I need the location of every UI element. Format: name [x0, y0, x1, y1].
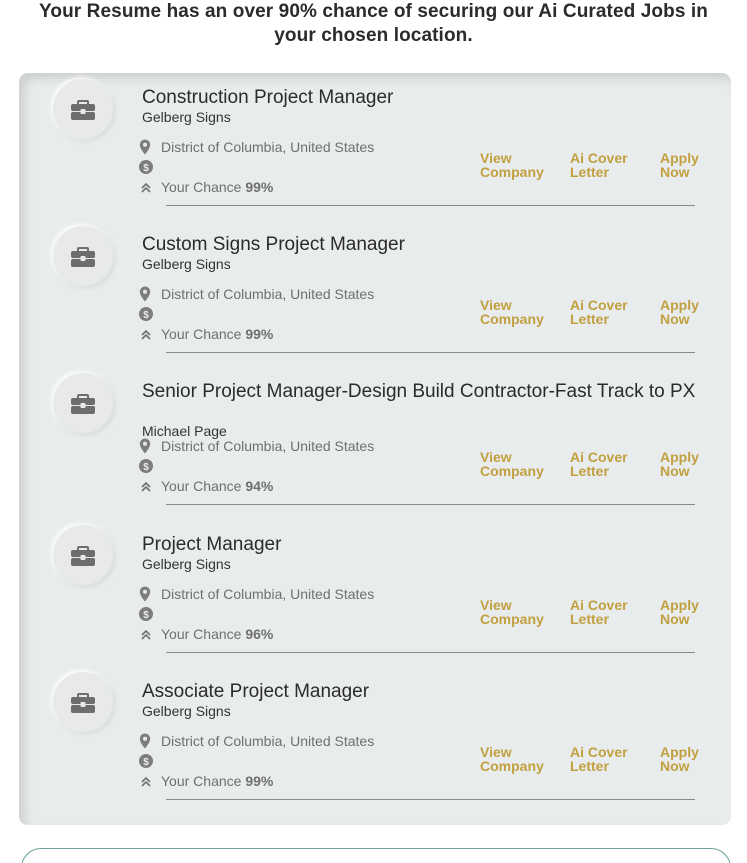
job-location-text: District of Columbia, United States: [161, 438, 375, 454]
chance-label: Your Chance: [161, 179, 246, 195]
job-chance-text: Your Chance 99%: [161, 773, 273, 789]
dollar-icon: $: [139, 459, 153, 473]
job-divider: [166, 352, 695, 353]
job-divider: [166, 504, 695, 505]
chevron-up-double-icon: [141, 329, 151, 340]
job-logo: [53, 672, 113, 732]
chance-percent: 94%: [245, 478, 274, 494]
job-title: Associate Project Manager: [142, 681, 370, 702]
job-location-text: District of Columbia, United States: [161, 286, 375, 302]
view-company-link[interactable]: View Company: [480, 450, 560, 478]
svg-text:$: $: [143, 757, 149, 768]
job-title: Project Manager: [142, 534, 282, 555]
job-chance-text: Your Chance 96%: [161, 626, 273, 642]
ai-cover-letter-link[interactable]: Ai Cover Letter: [570, 745, 650, 773]
job-logo: [53, 79, 113, 139]
job-location-text: District of Columbia, United States: [161, 733, 375, 749]
ai-cover-letter-link[interactable]: Ai Cover Letter: [570, 598, 650, 626]
briefcase-icon: [71, 247, 95, 267]
svg-text:$: $: [143, 163, 149, 174]
chance-percent: 99%: [245, 326, 274, 342]
chance-percent: 96%: [245, 626, 274, 642]
apply-now-link[interactable]: Apply Now: [660, 598, 740, 626]
map-pin-icon: [139, 139, 151, 155]
job-company: Gelberg Signs: [142, 109, 231, 125]
chevron-up-double-icon: [141, 182, 151, 193]
apply-now-link[interactable]: Apply Now: [660, 298, 740, 326]
map-pin-icon: [139, 586, 151, 602]
briefcase-icon: [71, 546, 95, 566]
map-pin-icon: [139, 733, 151, 749]
job-location-text: District of Columbia, United States: [161, 139, 375, 155]
job-company: Gelberg Signs: [142, 256, 231, 272]
view-company-link[interactable]: View Company: [480, 151, 560, 179]
svg-text:$: $: [143, 610, 149, 621]
chance-label: Your Chance: [161, 626, 246, 642]
map-pin-icon: [139, 438, 151, 454]
jobs-list-panel: Construction Project Manager Gelberg Sig…: [19, 73, 731, 825]
view-company-link[interactable]: View Company: [480, 598, 560, 626]
job-logo: [53, 525, 113, 585]
next-section-box: [21, 848, 731, 863]
dollar-icon: $: [139, 160, 153, 174]
ai-cover-letter-link[interactable]: Ai Cover Letter: [570, 450, 650, 478]
job-company: Michael Page: [142, 423, 227, 439]
job-chance-text: Your Chance 99%: [161, 179, 273, 195]
job-divider: [166, 799, 695, 800]
job-logo: [53, 226, 113, 286]
job-company: Gelberg Signs: [142, 703, 231, 719]
chance-percent: 99%: [245, 773, 274, 789]
ai-cover-letter-link[interactable]: Ai Cover Letter: [570, 151, 650, 179]
chance-label: Your Chance: [161, 773, 246, 789]
apply-now-link[interactable]: Apply Now: [660, 745, 740, 773]
job-company: Gelberg Signs: [142, 556, 231, 572]
view-company-link[interactable]: View Company: [480, 745, 560, 773]
page: Your Resume has an over 90% chance of se…: [0, 0, 747, 863]
chance-label: Your Chance: [161, 478, 246, 494]
svg-text:$: $: [143, 462, 149, 473]
ai-cover-letter-link[interactable]: Ai Cover Letter: [570, 298, 650, 326]
chance-label: Your Chance: [161, 326, 246, 342]
svg-text:$: $: [143, 310, 149, 321]
job-chance-text: Your Chance 99%: [161, 326, 273, 342]
briefcase-icon: [71, 394, 95, 414]
apply-now-link[interactable]: Apply Now: [660, 151, 740, 179]
view-company-link[interactable]: View Company: [480, 298, 560, 326]
job-title: Construction Project Manager: [142, 87, 394, 108]
job-title: Senior Project Manager-Design Build Cont…: [142, 381, 696, 402]
match-headline: Your Resume has an over 90% chance of se…: [0, 0, 747, 48]
map-pin-icon: [139, 286, 151, 302]
job-location-text: District of Columbia, United States: [161, 586, 375, 602]
job-title: Custom Signs Project Manager: [142, 234, 405, 255]
dollar-icon: $: [139, 307, 153, 321]
dollar-icon: $: [139, 754, 153, 768]
briefcase-icon: [71, 100, 95, 120]
briefcase-icon: [71, 693, 95, 713]
job-logo: [53, 373, 113, 433]
chance-percent: 99%: [245, 179, 274, 195]
apply-now-link[interactable]: Apply Now: [660, 450, 740, 478]
headline-line-1: Your Resume has an over 90% chance of se…: [39, 1, 708, 22]
headline-line-2: your chosen location.: [274, 25, 473, 46]
job-divider: [166, 652, 695, 653]
chevron-up-double-icon: [141, 629, 151, 640]
job-divider: [166, 205, 695, 206]
chevron-up-double-icon: [141, 776, 151, 787]
chevron-up-double-icon: [141, 481, 151, 492]
job-chance-text: Your Chance 94%: [161, 478, 273, 494]
dollar-icon: $: [139, 607, 153, 621]
